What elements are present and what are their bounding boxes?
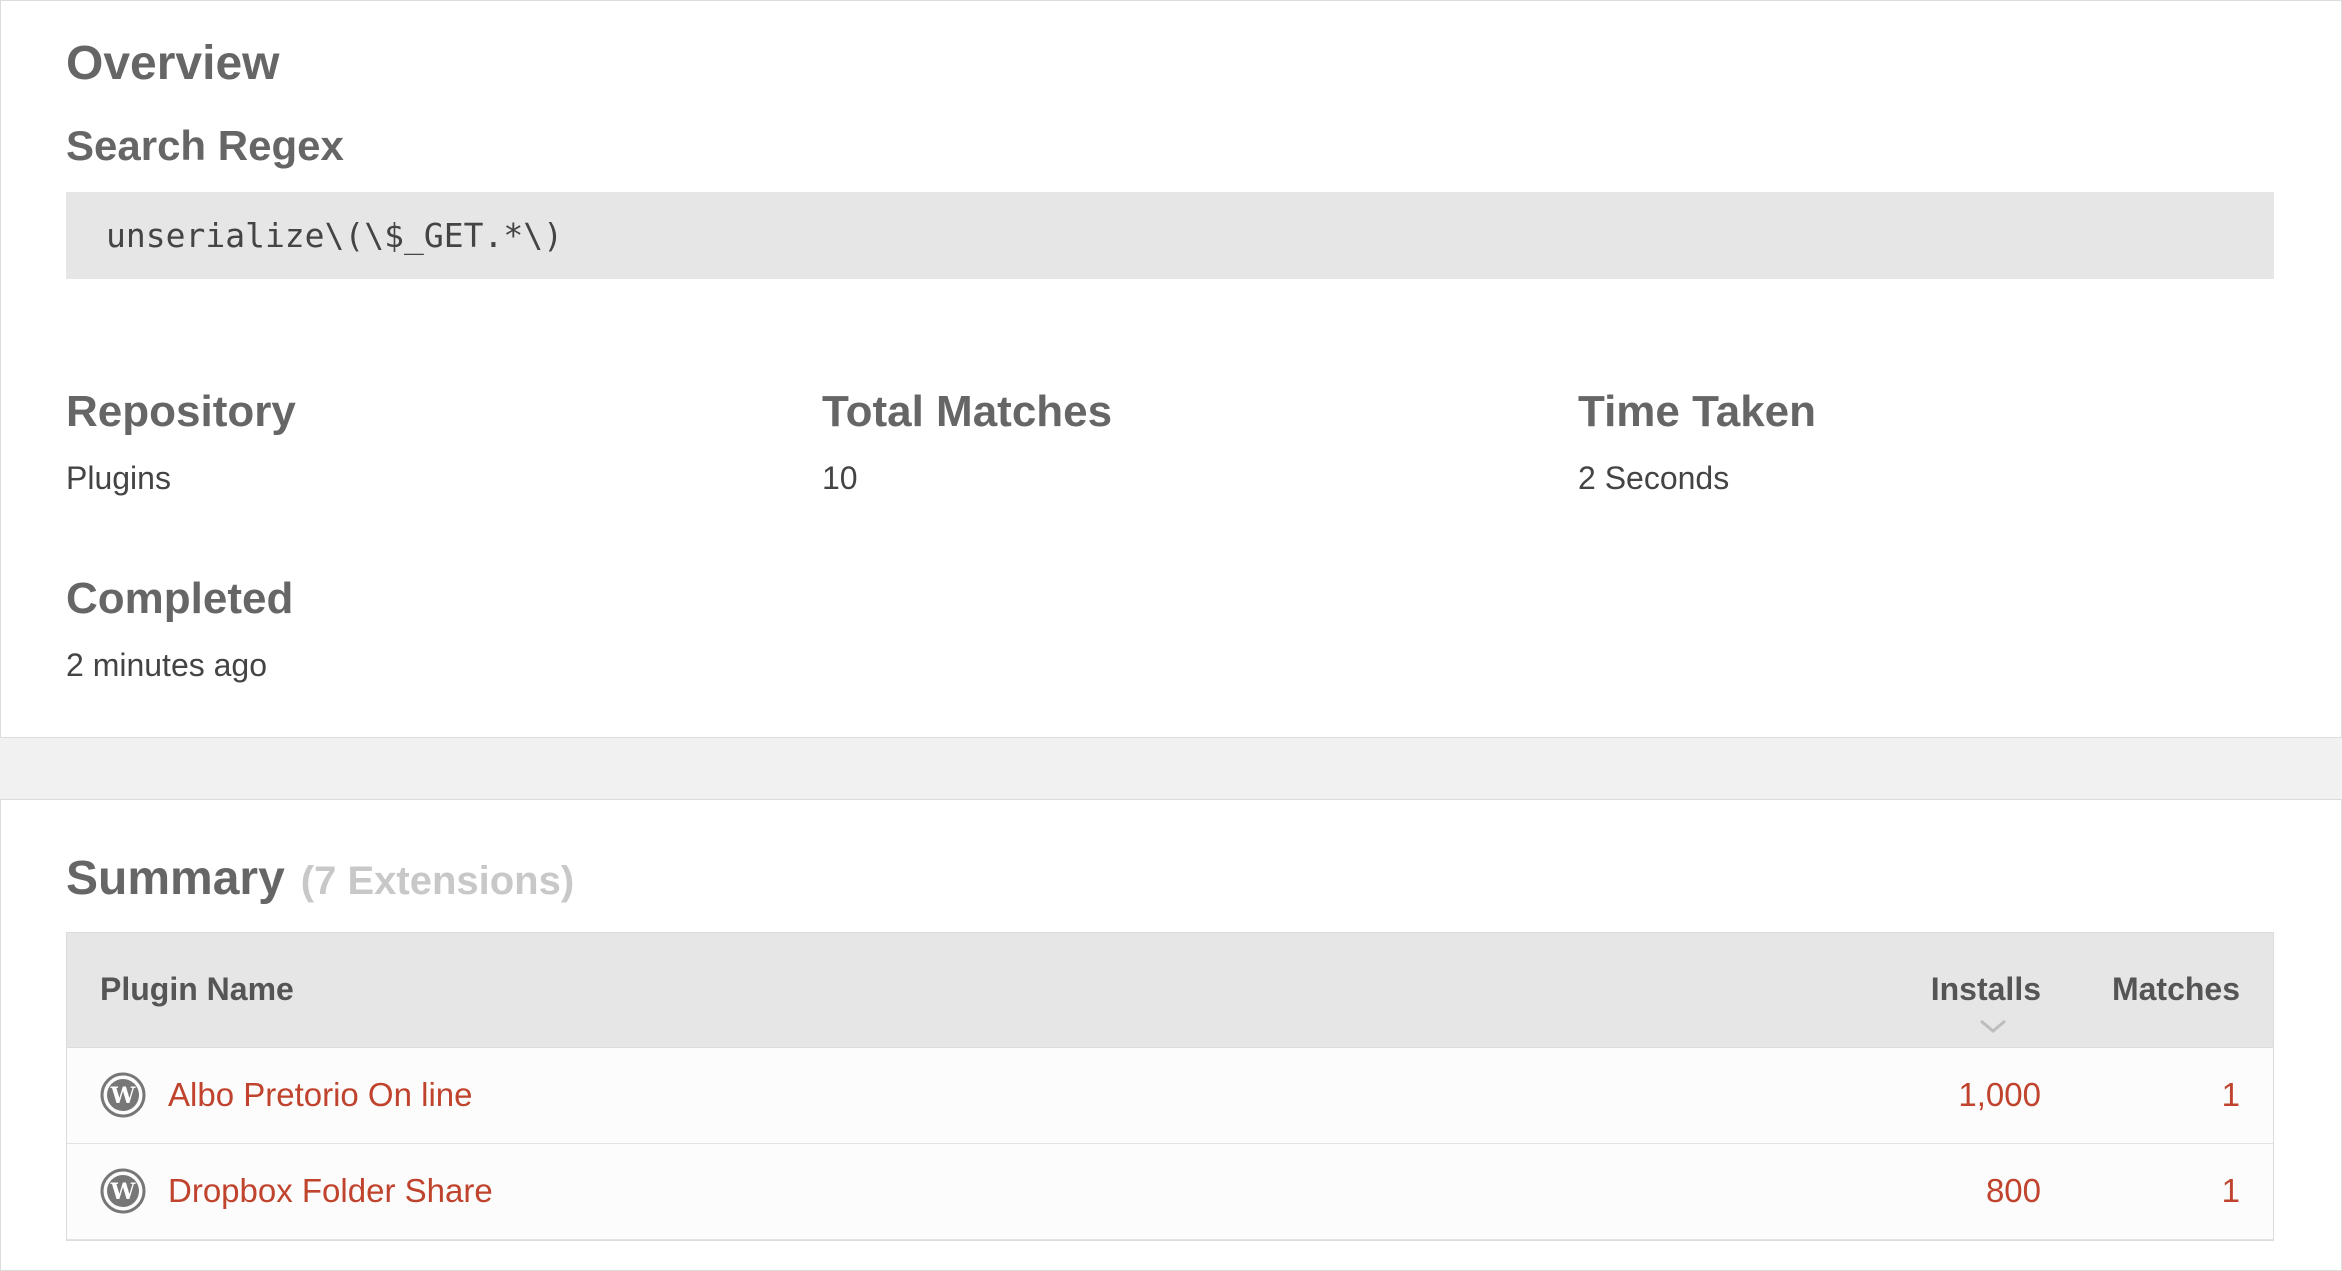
stat-time-taken-value: 2 Seconds (1578, 460, 1730, 496)
stat-total-matches-value: 10 (822, 460, 858, 496)
wordpress-icon: W (100, 1072, 146, 1118)
installs-value: 1,000 (1958, 1076, 2041, 1113)
stat-completed: Completed 2 minutes ago (66, 574, 294, 683)
matches-value: 1 (2221, 1172, 2240, 1209)
stat-time-taken: Time Taken 2 Seconds (1578, 387, 1817, 496)
stat-repository-label: Repository (66, 387, 296, 436)
stat-time-taken-label: Time Taken (1578, 387, 1817, 436)
column-header-plugin-name[interactable]: Plugin Name (100, 973, 294, 1005)
summary-heading: Summary (7 Extensions) (66, 855, 574, 904)
stat-total-matches-label: Total Matches (822, 387, 1113, 436)
plugin-name-link[interactable]: Albo Pretorio On line (168, 1078, 473, 1111)
stat-repository: Repository Plugins (66, 387, 296, 496)
plugin-name-link[interactable]: Dropbox Folder Share (168, 1174, 493, 1207)
column-header-matches[interactable]: Matches (2112, 973, 2240, 1005)
table-row: W Dropbox Folder Share 800 1 (67, 1144, 2273, 1240)
extension-count: (7 Extensions) (300, 859, 575, 903)
overview-panel (0, 0, 2342, 738)
installs-value: 800 (1985, 1172, 2041, 1209)
search-regex-label: Search Regex (66, 122, 344, 169)
matches-value: 1 (2221, 1076, 2240, 1113)
stat-repository-value: Plugins (66, 460, 171, 496)
wordpress-icon: W (100, 1168, 146, 1214)
search-regex-value: unserialize\(\$_GET.*\) (66, 192, 2274, 279)
overview-title: Overview (66, 37, 280, 90)
stat-total-matches: Total Matches 10 (822, 387, 1113, 496)
table-row: W Albo Pretorio On line 1,000 1 (67, 1048, 2273, 1144)
svg-text:W: W (110, 1083, 136, 1109)
chevron-down-icon[interactable] (1979, 1019, 2007, 1033)
stat-completed-label: Completed (66, 574, 294, 623)
stat-completed-value: 2 minutes ago (66, 647, 268, 683)
summary-table: Plugin Name Installs Matches W Albo Pret… (66, 932, 2274, 1241)
column-header-installs[interactable]: Installs (1931, 973, 2041, 1005)
regex-text: unserialize\(\$_GET.*\) (106, 216, 563, 255)
summary-title: Summary (66, 852, 285, 905)
svg-text:W: W (110, 1179, 136, 1205)
table-header: Plugin Name Installs Matches (67, 933, 2273, 1048)
